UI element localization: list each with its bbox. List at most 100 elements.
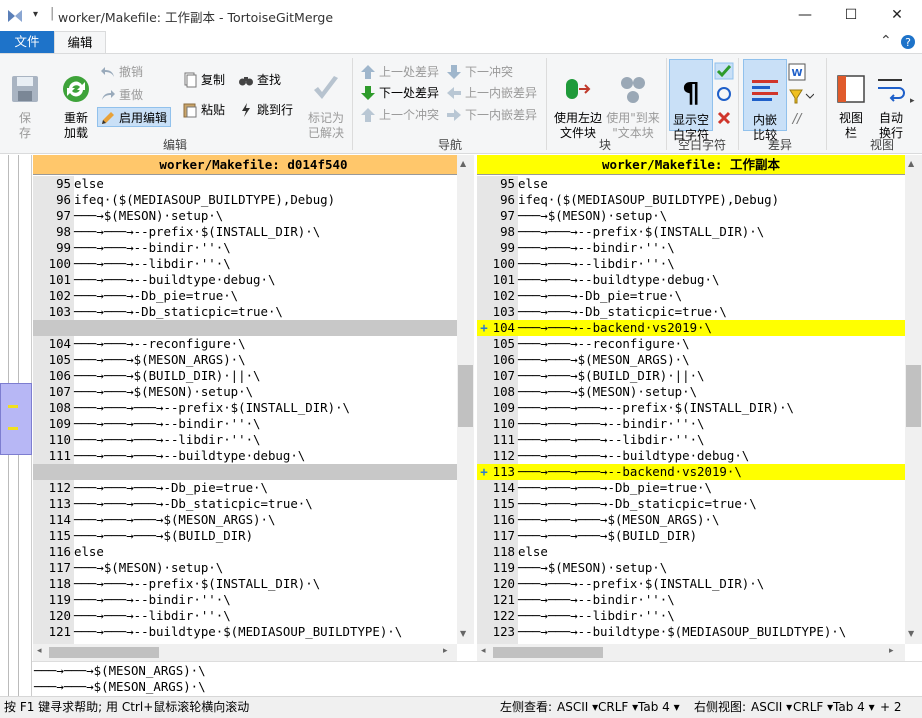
right-code-line[interactable]: 112 ───→───→───→--buildtype·debug·\ bbox=[477, 448, 905, 464]
left-code-line[interactable] bbox=[33, 320, 457, 336]
auto-wrap-button[interactable]: 自动 换行 bbox=[874, 58, 908, 141]
right-code-line[interactable]: 98 ───→───→--prefix·$(INSTALL_DIR)·\ bbox=[477, 224, 905, 240]
left-vscroll-thumb[interactable] bbox=[458, 365, 473, 427]
tab-file[interactable]: 文件 bbox=[0, 31, 54, 53]
left-pane[interactable]: worker/Makefile: d014f540 95 else 96 ifeq·(… bbox=[33, 155, 474, 661]
right-code-line[interactable]: 121 ───→───→--bindir·''·\ bbox=[477, 592, 905, 608]
goto-line-button[interactable]: 跳到行 bbox=[236, 100, 293, 120]
next-diff-button[interactable]: 下一处差异 bbox=[358, 83, 439, 103]
right-code-line[interactable]: 99 ───→───→--bindir·''·\ bbox=[477, 240, 905, 256]
right-code-line[interactable]: 95 else bbox=[477, 176, 905, 192]
right-code-line[interactable]: 118 else bbox=[477, 544, 905, 560]
right-code-line[interactable]: 123 ───→───→--buildtype·$(MEDIASOUP_BUILD… bbox=[477, 624, 905, 640]
left-eol-dropdown[interactable]: CRLF ▾ bbox=[598, 697, 638, 718]
right-code-line[interactable]: 122 ───→───→--libdir·''·\ bbox=[477, 608, 905, 624]
right-horizontal-scrollbar[interactable]: ◂ ▸ bbox=[477, 644, 905, 661]
show-whitespace-button[interactable]: ¶ 显示空 白字符 bbox=[669, 59, 713, 142]
whitespace-circle-icon[interactable] bbox=[716, 86, 732, 102]
right-code-line[interactable]: 114 ───→───→───→-Db_pie=true·\ bbox=[477, 480, 905, 496]
help-icon[interactable]: ? bbox=[900, 34, 916, 50]
right-code-line[interactable]: 115 ───→───→───→-Db_staticpic=true·\ bbox=[477, 496, 905, 512]
right-code-line[interactable]: +113 ───→───→───→--backend·vs2019·\ bbox=[477, 464, 905, 480]
close-button[interactable]: ✕ bbox=[874, 0, 920, 31]
right-code-line[interactable]: 116 ───→───→───→$(MESON_ARGS)·\ bbox=[477, 512, 905, 528]
right-code-line[interactable]: 105 ───→───→--reconfigure·\ bbox=[477, 336, 905, 352]
redo-button[interactable]: 重做 bbox=[98, 85, 143, 105]
word-diff-icon[interactable]: W bbox=[788, 63, 806, 81]
prev-conflict-button[interactable]: 上一个冲突 bbox=[358, 105, 439, 125]
right-code-line[interactable]: 100 ───→───→--libdir·''·\ bbox=[477, 256, 905, 272]
right-eol-dropdown[interactable]: CRLF ▾ bbox=[793, 697, 833, 718]
left-horizontal-scrollbar[interactable]: ◂ ▸ bbox=[33, 644, 457, 661]
left-code-view[interactable]: 95 else 96 ifeq·($(MEDIASOUP_BUILDTYPE),Deb… bbox=[33, 176, 457, 644]
view-bar-button[interactable]: 视图 栏 bbox=[832, 58, 870, 141]
right-code-view[interactable]: 95 else 96 ifeq·($(MEDIASOUP_BUILDTYPE),Deb… bbox=[477, 176, 905, 644]
right-code-line[interactable]: 96 ifeq·($(MEDIASOUP_BUILDTYPE),Debug) bbox=[477, 192, 905, 208]
right-code-line[interactable]: 102 ───→───→-Db_pie=true·\ bbox=[477, 288, 905, 304]
undo-button[interactable]: 撤销 bbox=[98, 62, 143, 82]
left-code-line[interactable]: 111 ───→───→───→--buildtype·debug·\ bbox=[33, 448, 457, 464]
left-code-line[interactable]: 98 ───→───→--prefix·$(INSTALL_DIR)·\ bbox=[33, 224, 457, 240]
right-code-line[interactable]: 117 ───→───→───→$(BUILD_DIR) bbox=[477, 528, 905, 544]
bottom-pane[interactable]: ───→───→$(MESON_ARGS)·\ ───→───→$(MESON_… bbox=[32, 661, 922, 696]
quick-access-dropdown-icon[interactable]: ▾ bbox=[33, 9, 38, 20]
left-code-line[interactable]: 107 ───→───→$(MESON)·setup·\ bbox=[33, 384, 457, 400]
left-code-line[interactable]: 106 ───→───→$(BUILD_DIR)·||·\ bbox=[33, 368, 457, 384]
find-button[interactable]: 查找 bbox=[236, 70, 281, 90]
right-code-line[interactable]: 120 ───→───→--prefix·$(INSTALL_DIR)·\ bbox=[477, 576, 905, 592]
minimize-button[interactable]: — bbox=[782, 0, 828, 31]
prev-inline-diff-button[interactable]: 上一内嵌差异 bbox=[444, 83, 537, 103]
whitespace-check-icon[interactable] bbox=[714, 62, 734, 80]
left-code-line[interactable]: 108 ───→───→───→--prefix·$(INSTALL_DIR)·\ bbox=[33, 400, 457, 416]
left-code-line[interactable]: 101 ───→───→--buildtype·debug·\ bbox=[33, 272, 457, 288]
right-code-line[interactable]: 108 ───→───→$(MESON)·setup·\ bbox=[477, 384, 905, 400]
save-button[interactable]: 保 存 bbox=[6, 58, 44, 141]
left-code-line[interactable]: 112 ───→───→───→-Db_pie=true·\ bbox=[33, 480, 457, 496]
use-theirs-block-button[interactable]: 使用"到来 "文本块 bbox=[604, 58, 662, 141]
right-code-line[interactable]: 110 ───→───→───→--bindir·''·\ bbox=[477, 416, 905, 432]
locator-viewport[interactable] bbox=[0, 383, 32, 455]
left-code-line[interactable] bbox=[33, 464, 457, 480]
left-code-line[interactable]: 100 ───→───→--libdir·''·\ bbox=[33, 256, 457, 272]
copy-button[interactable]: 复制 bbox=[180, 70, 225, 90]
right-encoding-dropdown[interactable]: ASCII ▾ bbox=[751, 697, 792, 718]
right-code-line[interactable]: 101 ───→───→--buildtype·debug·\ bbox=[477, 272, 905, 288]
left-tab-dropdown[interactable]: Tab 4 ▾ bbox=[638, 697, 680, 718]
ribbon-scroll-right-icon[interactable]: ▸ bbox=[910, 96, 915, 106]
right-code-line[interactable]: 119 ───→$(MESON)·setup·\ bbox=[477, 560, 905, 576]
left-code-line[interactable]: 95 else bbox=[33, 176, 457, 192]
paste-button[interactable]: 粘贴 bbox=[180, 100, 225, 120]
left-code-line[interactable]: 97 ───→$(MESON)·setup·\ bbox=[33, 208, 457, 224]
right-code-line[interactable]: 107 ───→───→$(BUILD_DIR)·||·\ bbox=[477, 368, 905, 384]
tortoisegit-app-icon[interactable] bbox=[6, 8, 24, 24]
right-code-line[interactable]: 103 ───→───→-Db_staticpic=true·\ bbox=[477, 304, 905, 320]
next-conflict-button[interactable]: 下一冲突 bbox=[444, 62, 513, 82]
enable-edit-button[interactable]: 启用编辑 bbox=[97, 107, 172, 127]
use-left-block-button[interactable]: 使用左边 文件块 bbox=[550, 58, 606, 141]
mark-resolved-button[interactable]: 标记为 已解决 bbox=[304, 58, 348, 141]
left-code-line[interactable]: 105 ───→───→$(MESON_ARGS)·\ bbox=[33, 352, 457, 368]
right-pane[interactable]: worker/Makefile: 工作副本 95 else 96 ifeq·($(ME… bbox=[477, 155, 922, 661]
right-code-line[interactable]: 97 ───→$(MESON)·setup·\ bbox=[477, 208, 905, 224]
right-hscroll-thumb[interactable] bbox=[493, 647, 603, 658]
left-code-line[interactable]: 115 ───→───→───→$(BUILD_DIR) bbox=[33, 528, 457, 544]
left-code-line[interactable]: 113 ───→───→───→-Db_staticpic=true·\ bbox=[33, 496, 457, 512]
left-code-line[interactable]: 119 ───→───→--bindir·''·\ bbox=[33, 592, 457, 608]
highlight-diff-icon[interactable] bbox=[788, 86, 814, 104]
left-code-line[interactable]: 114 ───→───→───→$(MESON_ARGS)·\ bbox=[33, 512, 457, 528]
left-code-line[interactable]: 118 ───→───→--prefix·$(INSTALL_DIR)·\ bbox=[33, 576, 457, 592]
left-code-line[interactable]: 102 ───→───→-Db_pie=true·\ bbox=[33, 288, 457, 304]
right-vscroll-thumb[interactable] bbox=[906, 365, 921, 427]
left-code-line[interactable]: 110 ───→───→───→--libdir·''·\ bbox=[33, 432, 457, 448]
inline-diff-button[interactable]: 内嵌 比较 bbox=[743, 59, 787, 142]
tab-edit[interactable]: 编辑 bbox=[54, 31, 106, 54]
left-code-line[interactable]: 116 else bbox=[33, 544, 457, 560]
whitespace-x-icon[interactable] bbox=[716, 110, 732, 126]
left-code-line[interactable]: 120 ───→───→--libdir·''·\ bbox=[33, 608, 457, 624]
maximize-button[interactable]: ☐ bbox=[828, 0, 874, 31]
right-vertical-scrollbar[interactable]: ▲ ▼ bbox=[905, 155, 922, 644]
right-code-line[interactable]: +104 ───→───→--backend·vs2019·\ bbox=[477, 320, 905, 336]
right-tab-dropdown[interactable]: Tab 4 ▾ bbox=[833, 697, 875, 718]
next-inline-diff-button[interactable]: 下一内嵌差异 bbox=[444, 105, 537, 125]
right-code-line[interactable]: 109 ───→───→───→--prefix·$(INSTALL_DIR)·\ bbox=[477, 400, 905, 416]
